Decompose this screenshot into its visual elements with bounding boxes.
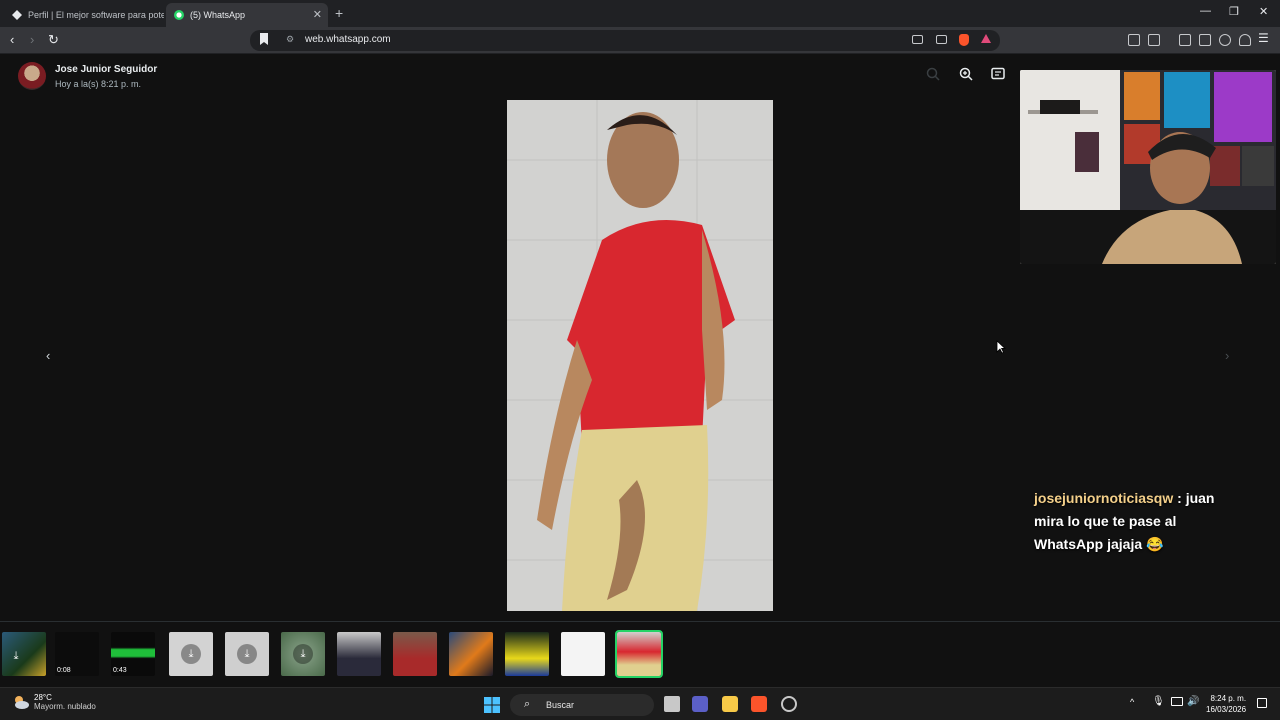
volume-icon[interactable]: 🔊 — [1187, 696, 1199, 707]
clock-date: 16/03/2026 — [1206, 705, 1247, 714]
download-icon[interactable]: ⤓ — [237, 644, 257, 664]
webcam-overlay — [1020, 70, 1276, 264]
previous-media-icon[interactable]: ‹ — [46, 348, 50, 363]
menu-icon[interactable]: ☰ — [1258, 31, 1269, 45]
zoom-in-icon[interactable] — [959, 67, 973, 81]
avatar[interactable] — [18, 62, 46, 90]
microphone-icon[interactable]: 🎙 — [1152, 696, 1165, 707]
thumbnail[interactable]: ⤓ — [281, 632, 325, 676]
bookmark-icon[interactable] — [260, 33, 268, 45]
search-icon: ⌕ — [524, 698, 531, 710]
address-bar[interactable]: ⚙ web.whatsapp.com — [250, 30, 1000, 51]
sidebar-icon[interactable] — [1179, 34, 1191, 46]
browser-toolbar: ‹ › ↻ ⚙ web.whatsapp.com ☰ — [0, 27, 1280, 54]
obs-icon[interactable] — [781, 696, 797, 712]
whatsapp-icon — [174, 10, 184, 20]
taskbar-search[interactable]: ⌕ Buscar — [510, 694, 654, 716]
tab-perfil[interactable]: Perfil | El mejor software para potenc — [4, 3, 164, 27]
tab-whatsapp-title: (5) WhatsApp — [190, 10, 246, 20]
back-icon[interactable]: ‹ — [10, 32, 14, 47]
weather-widget[interactable]: 28°C Mayorm. nublado — [12, 693, 96, 711]
clock-time: 8:24 p. m. — [1210, 694, 1247, 703]
thumbnail[interactable]: ⤓ — [169, 632, 213, 676]
brave-shield-icon[interactable] — [959, 34, 969, 46]
chat-username: josejuniornoticiasqw — [1034, 490, 1174, 506]
tray-expand-icon[interactable]: ^ — [1130, 697, 1134, 707]
teams-icon[interactable] — [692, 696, 708, 712]
reload-icon[interactable]: ↻ — [48, 32, 59, 48]
close-tab-icon[interactable]: ✕ — [313, 8, 322, 21]
windows-start-icon[interactable] — [484, 697, 500, 713]
tab-whatsapp[interactable]: (5) WhatsApp ✕ — [166, 3, 328, 27]
message-icon[interactable] — [991, 67, 1005, 81]
taskbar: 28°C Mayorm. nublado ⌕ Buscar ^ 🎙 🔊 8:24… — [0, 687, 1280, 720]
thumbnail[interactable]: ⤓ — [2, 632, 46, 676]
thumbnail[interactable]: ⤓ — [225, 632, 269, 676]
leo-icon[interactable] — [1219, 34, 1231, 46]
share-icon[interactable] — [936, 35, 947, 44]
thumbnail[interactable]: 0:08 — [55, 632, 99, 676]
file-explorer-icon[interactable] — [722, 696, 738, 712]
download-icon[interactable]: ⤓ — [181, 644, 201, 664]
minimize-icon[interactable]: — — [1200, 5, 1211, 17]
search-placeholder: Buscar — [546, 700, 575, 710]
taskbar-clock[interactable]: 8:24 p. m. 16/03/2026 — [1206, 693, 1246, 715]
diamond-icon — [12, 10, 22, 20]
network-icon[interactable] — [1171, 697, 1183, 706]
site-info-icon[interactable]: ⚙ — [286, 34, 294, 45]
next-media-icon[interactable]: › — [1225, 348, 1229, 363]
media-header: Jose Junior Seguidor Hoy a la(s) 8:21 p.… — [18, 61, 157, 91]
thumbnail[interactable] — [393, 632, 437, 676]
wallet-icon[interactable] — [1199, 34, 1211, 46]
webcam-frame — [1020, 70, 1276, 264]
download-icon[interactable]: ⤓ — [293, 644, 313, 664]
media-thumbnail-strip: ⤓ 0:08 0:43 ⤓ ⤓ ⤓ — [0, 621, 1280, 687]
thumbnail[interactable] — [561, 632, 605, 676]
media-viewer: Jose Junior Seguidor Hoy a la(s) 8:21 p.… — [0, 55, 1280, 687]
message-time: Hoy a la(s) 8:21 p. m. — [55, 78, 142, 89]
brave-rewards-icon[interactable] — [981, 34, 991, 43]
zoom-out-icon[interactable] — [926, 67, 940, 81]
video-duration: 0:43 — [113, 667, 127, 674]
extensions-icon[interactable] — [1128, 34, 1140, 46]
tab-perfil-title: Perfil | El mejor software para potenc — [28, 10, 164, 20]
restore-icon[interactable]: ❐ — [1229, 5, 1239, 18]
video-frame — [507, 100, 773, 611]
thumbnail[interactable] — [505, 632, 549, 676]
cast-icon[interactable] — [912, 35, 923, 44]
window-close-icon[interactable]: ✕ — [1259, 5, 1268, 18]
vpn-icon[interactable] — [1239, 34, 1251, 46]
download-icon[interactable]: ⤓ — [6, 646, 26, 666]
weather-condition: Mayorm. nublado — [34, 702, 96, 711]
brave-browser-icon[interactable] — [751, 696, 767, 712]
browser-tab-bar: Perfil | El mejor software para potenc (… — [0, 0, 1280, 27]
stream-chat-message: josejuniornoticiasqw : juan mira lo que … — [1034, 490, 1215, 552]
video-duration: 0:08 — [57, 667, 71, 674]
thumbnail-selected[interactable] — [615, 630, 663, 678]
cloudy-icon — [15, 696, 29, 709]
task-view-icon[interactable] — [664, 696, 680, 712]
thumbnail[interactable]: 0:43 — [111, 632, 155, 676]
thumbnail[interactable] — [337, 632, 381, 676]
laughing-emoji-icon: 😂 — [1146, 536, 1164, 552]
notifications-icon[interactable] — [1257, 698, 1267, 708]
media-video[interactable] — [507, 100, 773, 611]
weather-temperature: 28°C — [34, 693, 52, 702]
mouse-cursor-icon — [996, 340, 1006, 354]
sender-name: Jose Junior Seguidor — [55, 63, 158, 75]
new-tab-icon[interactable]: + — [335, 5, 343, 21]
url-text: web.whatsapp.com — [305, 34, 391, 45]
forward-icon[interactable]: › — [30, 32, 34, 47]
thumbnail[interactable] — [449, 632, 493, 676]
media-icon[interactable] — [1148, 34, 1160, 46]
